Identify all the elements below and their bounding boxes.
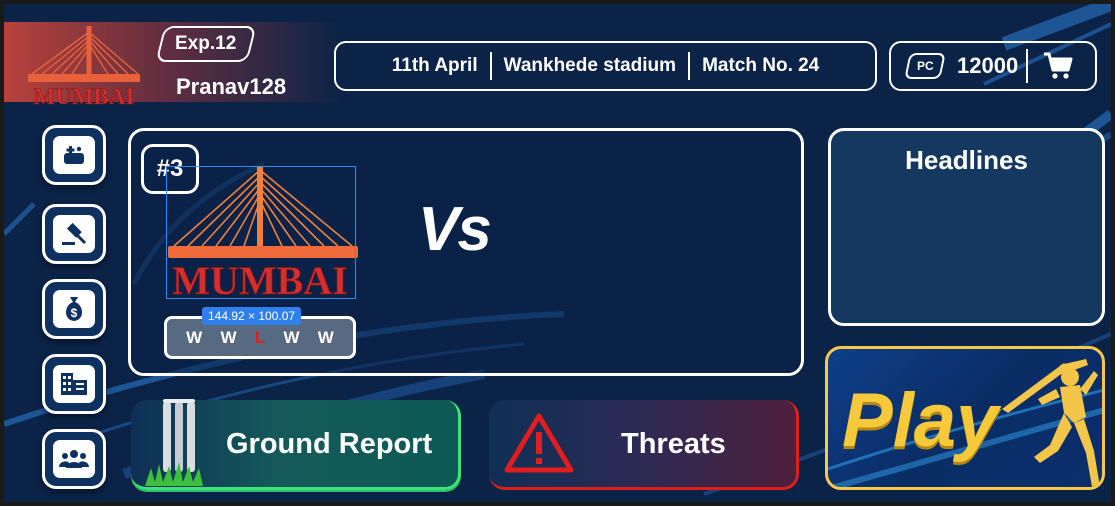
username: Pranav128 xyxy=(176,74,287,99)
experience-label: Exp.12 xyxy=(175,33,237,54)
stumps-icon xyxy=(145,399,203,486)
divider xyxy=(1026,49,1029,83)
selection-outline xyxy=(166,166,356,299)
threats-button[interactable]: Threats xyxy=(489,400,799,490)
vs-label: Vs xyxy=(418,194,492,265)
money-bag-icon: $ xyxy=(53,290,95,328)
threats-label: Threats xyxy=(621,428,726,460)
sidebar-item-games[interactable] xyxy=(42,125,106,185)
cart-icon[interactable] xyxy=(1042,51,1074,81)
form-result: W xyxy=(283,328,300,347)
ground-report-label: Ground Report xyxy=(226,428,433,460)
selection-size-label: 144.92 × 100.07 xyxy=(202,307,302,325)
match-number: Match No. 24 xyxy=(702,55,820,76)
form-result: W xyxy=(186,328,203,347)
match-info-bar: 11th April Wankhede stadium Match No. 24 xyxy=(334,41,877,91)
match-venue: Wankhede stadium xyxy=(503,55,677,76)
experience-badge: Exp.12 xyxy=(155,26,257,62)
sidebar-item-team[interactable] xyxy=(42,429,106,489)
currency-label: PC xyxy=(916,59,934,73)
headlines-panel[interactable]: Headlines xyxy=(828,128,1105,326)
gamepad-icon xyxy=(53,136,95,174)
team-logo-small: MUMBAI xyxy=(28,26,140,108)
sidebar-item-finance[interactable]: $ xyxy=(42,279,106,339)
play-button[interactable]: Play xyxy=(825,346,1105,490)
currency-badge: PC xyxy=(904,53,946,79)
match-date: 11th April xyxy=(391,55,478,76)
vs-text: Vs xyxy=(418,195,492,264)
sidebar-item-stadium[interactable] xyxy=(42,354,106,414)
wallet-balance: 12000 xyxy=(957,53,1019,78)
sidebar-item-auction[interactable] xyxy=(42,204,106,264)
warning-icon xyxy=(504,413,574,473)
form-result: W xyxy=(317,328,334,347)
play-label: Play xyxy=(842,378,999,463)
building-icon xyxy=(53,365,95,403)
form-result: L xyxy=(254,328,266,347)
wallet[interactable]: PC 12000 xyxy=(889,41,1097,91)
divider xyxy=(688,52,691,80)
game-lobby-screen: MUMBAI Exp.12 Pranav128 11th April Wankh… xyxy=(4,4,1111,502)
team-group-icon xyxy=(53,440,95,478)
form-result: W xyxy=(220,328,237,347)
auction-gavel-icon xyxy=(53,215,95,253)
ground-report-button[interactable]: Ground Report xyxy=(131,399,461,490)
batsman-icon xyxy=(1002,359,1100,487)
headlines-title: Headlines xyxy=(905,145,1028,175)
svg-text:$: $ xyxy=(71,306,78,320)
divider xyxy=(489,52,492,80)
team-logo-small-text: MUMBAI xyxy=(34,84,135,108)
